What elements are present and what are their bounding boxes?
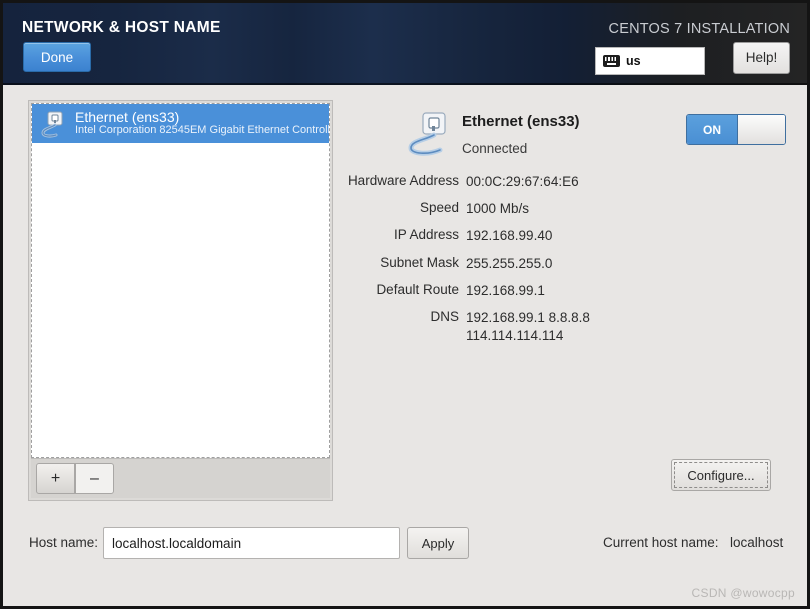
current-hostname-value: localhost [730, 535, 784, 550]
detail-value: 255.255.255.0 [466, 255, 553, 271]
product-title: CENTOS 7 INSTALLATION [608, 21, 790, 37]
list-item-title: Ethernet (ens33) [75, 109, 180, 126]
list-item[interactable]: Ethernet (ens33) Intel Corporation 82545… [32, 104, 329, 143]
add-device-button[interactable]: + [36, 463, 75, 494]
hostname-label: Host name: [29, 535, 99, 550]
help-button[interactable]: Help! [733, 42, 790, 74]
detail-label: DNS [430, 309, 459, 325]
detail-label: Subnet Mask [380, 254, 459, 270]
detail-label: Speed [419, 200, 459, 216]
watermark: CSDN @wowocpp [691, 586, 795, 600]
network-device-list[interactable]: Ethernet (ens33) Intel Corporation 82545… [31, 103, 330, 458]
configure-button[interactable]: Configure... [671, 459, 771, 491]
keyboard-layout-indicator[interactable]: us [595, 47, 705, 75]
keyboard-icon [603, 55, 620, 67]
detail-row: Speed 1000 Mb/s [333, 200, 663, 218]
detail-row: Subnet Mask 255.255.255.0 [333, 255, 663, 273]
device-detail-fields: Hardware Address 00:0C:29:67:64:E6 Speed… [333, 173, 663, 355]
wired-network-icon [39, 109, 69, 139]
detail-value: 192.168.99.1 8.8.8.8 114.114.114.114 [466, 310, 590, 344]
detail-label: Hardware Address [347, 173, 459, 188]
current-hostname-label: Current host name: [603, 535, 719, 550]
detail-connection-state: Connected [462, 141, 528, 156]
network-device-list-frame: Ethernet (ens33) Intel Corporation 82545… [28, 100, 333, 501]
page-title: NETWORK & HOST NAME [22, 19, 221, 36]
installer-header: NETWORK & HOST NAME CENTOS 7 INSTALLATIO… [3, 3, 807, 85]
detail-device-name: Ethernet (ens33) [462, 113, 580, 130]
hostname-input[interactable] [103, 527, 400, 559]
detail-label: IP Address [393, 227, 459, 243]
detail-value: 00:0C:29:67:64:E6 [466, 174, 579, 189]
detail-row: IP Address 192.168.99.40 [333, 227, 663, 245]
toggle-knob[interactable] [737, 115, 785, 144]
device-list-toolbar: + – [31, 458, 330, 498]
detail-wired-network-icon [408, 111, 456, 157]
configure-button-label: Configure... [674, 462, 768, 488]
remove-device-button[interactable]: – [75, 463, 114, 494]
detail-row: Default Route 192.168.99.1 [333, 282, 663, 300]
detail-value: 192.168.99.40 [466, 228, 553, 244]
toggle-state-label: ON [687, 115, 737, 144]
apply-button[interactable]: Apply [407, 527, 469, 559]
done-button[interactable]: Done [23, 42, 91, 72]
detail-value: 192.168.99.1 [466, 282, 545, 298]
installer-window: NETWORK & HOST NAME CENTOS 7 INSTALLATIO… [0, 0, 810, 609]
keyboard-layout-label: us [626, 54, 641, 68]
device-on-off-toggle[interactable]: ON [686, 114, 786, 145]
list-item-subtitle: Intel Corporation 82545EM Gigabit Ethern… [75, 124, 329, 137]
detail-label: Default Route [376, 281, 459, 297]
detail-row: Hardware Address 00:0C:29:67:64:E6 [333, 173, 663, 191]
detail-row: DNS 192.168.99.1 8.8.8.8 114.114.114.114 [333, 309, 663, 345]
detail-value: 1000 Mb/s [466, 201, 530, 217]
